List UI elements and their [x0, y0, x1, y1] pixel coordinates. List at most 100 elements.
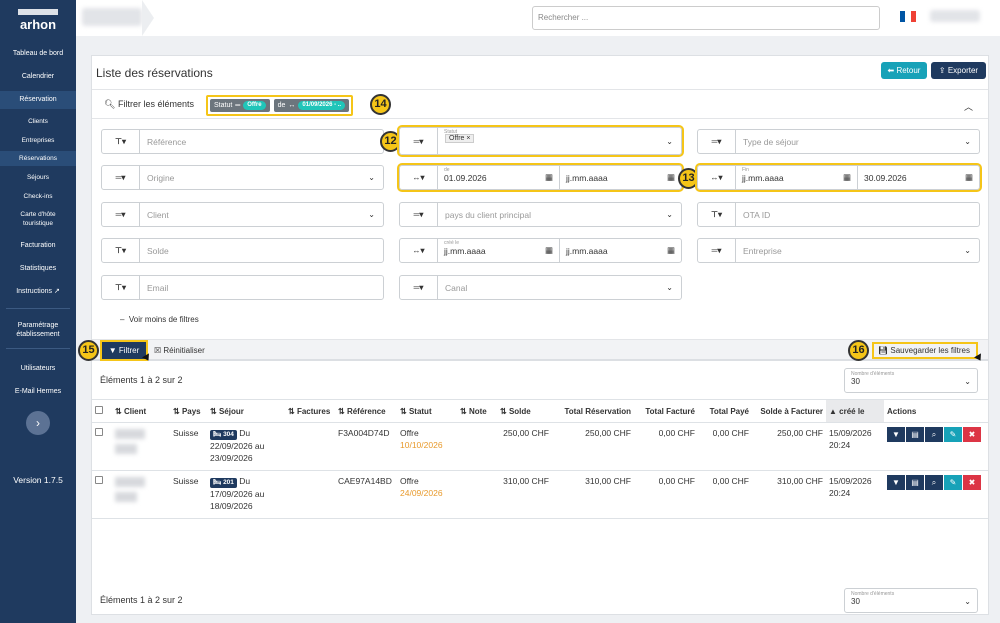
pays-field[interactable]: pays du client principal [438, 203, 666, 226]
page-size-select-footer[interactable]: Nombre d'éléments 30 ⌄ [844, 588, 978, 613]
cree-date-filter[interactable]: ↔▾ créé le jj.mm.aaaa ▦ jj.mm.aaaa ▦ [399, 238, 682, 263]
client-name-redacted[interactable] [115, 429, 145, 439]
table-row[interactable]: Suisse 🛏︎ 304 Du 22/09/2026 au 23/09/2026 F3… [92, 422, 988, 471]
operator-dropdown[interactable]: ↔▾ [400, 239, 438, 262]
breadcrumb[interactable] [82, 8, 142, 26]
trash-icon[interactable]: ✖ [963, 427, 981, 442]
row-checkbox-cell[interactable] [92, 422, 112, 471]
client-name-redacted[interactable] [115, 477, 145, 487]
sidebar-item-statistiques[interactable]: Statistiques [0, 264, 76, 273]
checkbox[interactable] [95, 476, 103, 484]
solde-field[interactable]: Solde [140, 239, 383, 262]
col-cree-le[interactable]: ▲ créé le [826, 399, 884, 423]
close-icon[interactable]: × [466, 135, 470, 142]
save-filters-button[interactable]: 💾︎ Sauvegarder les filtres [872, 342, 978, 359]
sidebar-item-sejours[interactable]: Séjours [0, 173, 76, 182]
trash-icon[interactable]: ✖ [963, 475, 981, 490]
checkbox[interactable] [95, 406, 103, 414]
sidebar-item-clients[interactable]: Clients [0, 117, 76, 126]
col-reference[interactable]: ⇅ Référence [335, 399, 397, 423]
ota-filter[interactable]: ⊤▾ OTA ID [697, 202, 980, 227]
chip-de[interactable]: de ↔ 01/09/2026 - .. [273, 99, 350, 112]
sidebar-item-utilisateurs[interactable]: Utilisateurs [0, 364, 76, 373]
sidebar-item-dashboard[interactable]: Tableau de bord [0, 49, 76, 58]
operator-dropdown[interactable]: ═▾ [102, 203, 140, 226]
cree-to-date[interactable]: jj.mm.aaaa ▦ [560, 239, 681, 262]
canal-field[interactable]: Canal [438, 276, 666, 299]
sidebar-item-instructions[interactable]: Instructions ↗ [0, 287, 76, 296]
col-statut[interactable]: ⇅ Statut [397, 399, 457, 423]
col-note[interactable]: ⇅ Note [457, 399, 497, 423]
flag-fr-icon[interactable] [900, 11, 916, 22]
col-factures[interactable]: ⇅ Factures [285, 399, 335, 423]
room-badge[interactable]: 🛏︎ 304 [210, 430, 237, 440]
operator-dropdown[interactable]: ═▾ [400, 276, 438, 299]
export-button[interactable]: ⇪ Exporter [931, 62, 986, 79]
de-to-date[interactable]: jj.mm.aaaa ▦ [560, 166, 681, 189]
filter-button[interactable]: ▼ Filtrer [100, 340, 148, 361]
ota-field[interactable]: OTA ID [736, 203, 979, 226]
sidebar-item-reservations[interactable]: Réservations [0, 151, 76, 166]
sidebar-item-parametrage[interactable]: Paramétrage établissement [0, 321, 76, 339]
operator-dropdown[interactable]: ↔▾ [400, 166, 438, 189]
user-menu[interactable] [930, 10, 980, 22]
sidebar-item-facturation[interactable]: Facturation [0, 241, 76, 250]
document-icon[interactable]: ▤ [906, 427, 924, 442]
logo[interactable]: arhon [0, 17, 76, 32]
col-client[interactable]: ⇅ Client [112, 399, 170, 423]
col-solde[interactable]: ⇅ Solde [497, 399, 552, 423]
operator-dropdown[interactable]: ═▾ [102, 166, 140, 189]
page-size-select[interactable]: Nombre d'éléments 30 ⌄ [844, 368, 978, 393]
document-icon[interactable]: ▤ [906, 475, 924, 490]
table-row[interactable]: Suisse 🛏︎ 201 Du 17/09/2026 au 18/09/2026 CA… [92, 470, 988, 519]
sidebar-item-email-hermes[interactable]: E-Mail Hermes [0, 387, 76, 396]
canal-filter[interactable]: ═▾ Canal ⌄ [399, 275, 682, 300]
sidebar-toggle-button[interactable]: › [26, 411, 50, 435]
calendar-icon[interactable]: ▦ [667, 172, 675, 183]
operator-dropdown[interactable]: ═▾ [400, 128, 438, 154]
operator-dropdown[interactable]: ⊤▾ [698, 203, 736, 226]
select-all-checkbox[interactable] [92, 399, 112, 423]
col-pays[interactable]: ⇅ Pays [170, 399, 207, 423]
sidebar-item-entreprises[interactable]: Entreprises [0, 136, 76, 145]
sidebar-item-carte-hote[interactable]: Carte d'hôte touristique [0, 210, 76, 228]
collapse-icon[interactable]: ︿ [964, 100, 973, 113]
col-total-facture[interactable]: Total Facturé [634, 399, 698, 423]
operator-dropdown[interactable]: ═▾ [698, 130, 736, 153]
reference-field[interactable]: Référence [140, 130, 383, 153]
entreprise-field[interactable]: Entreprise [736, 239, 964, 262]
origine-field[interactable]: Origine [140, 166, 368, 189]
client-filter[interactable]: ═▾ Client ⌄ [101, 202, 384, 227]
statut-field[interactable]: Statut Offre × [438, 128, 666, 154]
search-input[interactable]: Rechercher ... [532, 6, 880, 30]
solde-filter[interactable]: ⊤▾ Solde [101, 238, 384, 263]
statut-filter[interactable]: ═▾ Statut Offre × ⌄ [397, 125, 684, 157]
calendar-icon[interactable]: ▦ [545, 172, 553, 183]
reference-filter[interactable]: ⊤▾ Référence [101, 129, 384, 154]
row-checkbox-cell[interactable] [92, 470, 112, 519]
search-icon[interactable]: ⌕ [925, 475, 943, 490]
col-total-paye[interactable]: Total Payé [698, 399, 752, 423]
operator-dropdown[interactable]: ═▾ [698, 239, 736, 262]
operator-dropdown[interactable]: ⊤▾ [102, 276, 140, 299]
col-solde-facturer[interactable]: Solde à Facturer [752, 399, 826, 423]
col-total-reservation[interactable]: Total Réservation [552, 399, 634, 423]
operator-dropdown[interactable]: ⊤▾ [102, 239, 140, 262]
client-field[interactable]: Client [140, 203, 368, 226]
email-field[interactable]: Email [140, 276, 383, 299]
back-button[interactable]: ⬅ Retour [881, 62, 927, 79]
fin-to-date[interactable]: 30.09.2026 ▦ [858, 166, 979, 189]
filter-header[interactable]: 🔍︎ Filtrer les éléments Statut ═ Offre d… [92, 89, 988, 119]
statut-tag[interactable]: Offre × [445, 134, 475, 143]
type-sejour-filter[interactable]: ═▾ Type de séjour ⌄ [697, 129, 980, 154]
col-sejour[interactable]: ⇅ Séjour [207, 399, 285, 423]
calendar-icon[interactable]: ▦ [843, 172, 851, 183]
chip-statut[interactable]: Statut ═ Offre [210, 99, 270, 112]
show-less-filters-link[interactable]: – Voir moins de filtres [120, 315, 199, 324]
sidebar-item-reservation[interactable]: Réservation [0, 91, 76, 109]
calendar-icon[interactable]: ▦ [545, 245, 553, 256]
de-from-date[interactable]: de 01.09.2026 ▦ [438, 166, 560, 189]
sidebar-item-checkins[interactable]: Check-ins [0, 192, 76, 201]
filter-icon[interactable]: ▼ [887, 427, 905, 442]
cree-from-date[interactable]: créé le jj.mm.aaaa ▦ [438, 239, 560, 262]
